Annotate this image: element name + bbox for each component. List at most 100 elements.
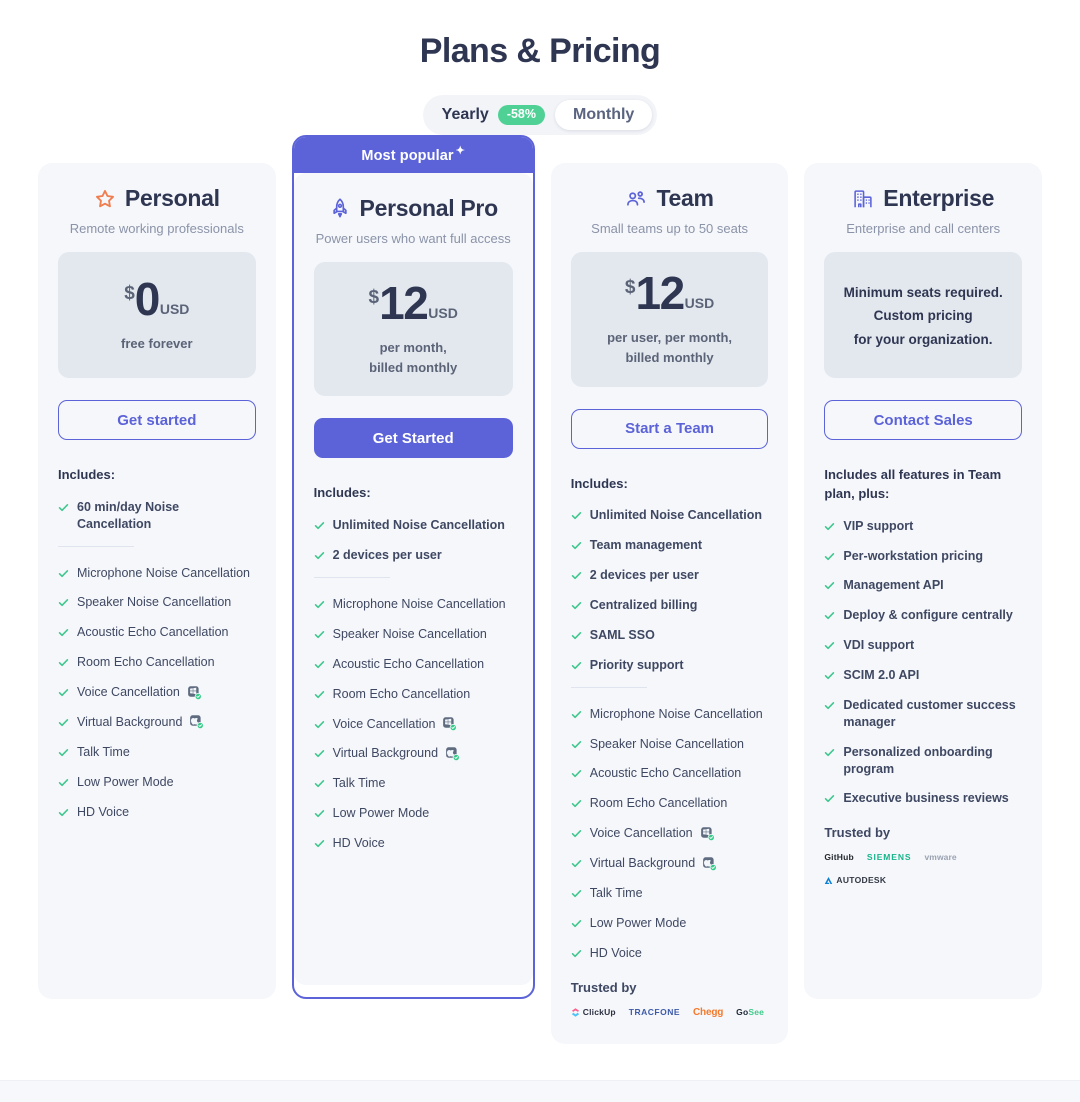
price-subtext: per user, per month, billed monthly [585, 328, 755, 368]
feature-text-wrap: Talk Time [590, 885, 643, 902]
cta-enterprise[interactable]: Contact Sales [824, 400, 1022, 440]
price-box: $ 12 USD per month, billed monthly [313, 261, 513, 397]
logo-text: ClickUp [582, 1007, 616, 1018]
feature-label: Talk Time [77, 744, 130, 759]
logo-text: vmware [924, 852, 957, 863]
includes-label: Includes: [58, 467, 116, 482]
feature-label: Executive business reviews [843, 791, 1009, 806]
feature-label: Acoustic Echo Cancellation [589, 766, 742, 781]
trusted-by-label: Trusted by [570, 979, 637, 995]
discount-badge: -58% [497, 105, 545, 125]
feature-label: Room Echo Cancellation [332, 686, 471, 701]
feature-item: Microphone Noise Cancellation [571, 706, 769, 723]
feature-label: Talk Time [332, 776, 386, 791]
logo-vmware: vmware [924, 852, 956, 862]
feature-text-wrap: Low Power Mode [333, 805, 430, 822]
plan-tagline: Remote working professionals [69, 221, 244, 236]
feature-label: Acoustic Echo Cancellation [77, 625, 229, 640]
billing-toggle-yearly[interactable]: Yearly -58% [428, 100, 555, 130]
cta-personal[interactable]: Get started [58, 400, 256, 440]
logo-text: GoSee [736, 1007, 765, 1018]
cta-personal-pro[interactable]: Get Started [313, 418, 513, 459]
feature-text-wrap: Priority support [590, 657, 684, 674]
feature-text-wrap: Room Echo Cancellation [333, 686, 471, 703]
billing-toggle[interactable]: Yearly -58% Monthly [422, 95, 658, 135]
plan-name: Personal Pro [359, 194, 499, 221]
plan-name: Team [656, 185, 714, 211]
feature-label: HD Voice [77, 804, 130, 819]
price-unit: USD [159, 301, 190, 318]
trusted-by-logos: ClickUp TRACFONE Chegg GoSee [571, 1007, 769, 1018]
cta-team[interactable]: Start a Team [570, 408, 769, 449]
feature-text-wrap: HD Voice [590, 945, 642, 962]
feature-text-wrap: Management API [843, 577, 943, 594]
feature-label: 2 devices per user [332, 548, 442, 563]
primary-feature-list: Unlimited Noise Cancellation Team manage… [571, 507, 769, 673]
feature-label: Priority support [589, 657, 684, 672]
price-subtext-line: per user, per month, [607, 330, 733, 346]
feature-label: 60 min/day Noise Cancellation [77, 499, 180, 531]
logo-siemens: SIEMENS [867, 852, 912, 862]
feature-text-wrap: Speaker Noise Cancellation [333, 626, 487, 643]
feature-label: Voice Cancellation [332, 716, 436, 731]
most-popular-label: Most popular [361, 147, 454, 164]
featured-card-body: Personal Pro Power users who want full a… [293, 172, 533, 985]
price-subtext-line: billed monthly [369, 360, 458, 376]
feature-label: VDI support [843, 638, 915, 653]
feature-text-wrap: Speaker Noise Cancellation [77, 594, 231, 611]
feature-text-wrap: Talk Time [333, 775, 386, 792]
logo-clickup: ClickUp [571, 1007, 616, 1017]
feature-item: Microphone Noise Cancellation [314, 596, 513, 613]
feature-text-wrap: Acoustic Echo Cancellation [77, 624, 228, 641]
pricing-page: Plans & Pricing Yearly -58% Monthly Pers… [0, 0, 1080, 1102]
plan-tagline: Power users who want full access [315, 230, 511, 246]
feature-text-wrap: Per-workstation pricing [843, 548, 983, 565]
price-line: $ 0 USD [72, 276, 242, 322]
feature-label: Microphone Noise Cancellation [77, 565, 251, 580]
price-box: Minimum seats required. Custom pricing for… [824, 252, 1022, 378]
feature-text-wrap: Low Power Mode [590, 915, 687, 932]
price-box: $ 0 USD free forever [58, 252, 256, 378]
plan-name-row: Team [571, 185, 769, 212]
feature-text-wrap: Room Echo Cancellation [77, 654, 215, 671]
price-custom-line: for your organization. [853, 331, 993, 347]
feature-item: 60 min/day Noise Cancellation [58, 499, 256, 533]
price-currency: $ [124, 282, 135, 304]
page-title: Plans & Pricing [419, 32, 661, 70]
price-line: $ 12 USD [328, 280, 499, 326]
feature-item: VDI support [824, 637, 1022, 654]
team-icon [625, 188, 647, 210]
feature-label: Personalized onboarding program [843, 744, 993, 776]
feature-text-wrap: Voice Cancellation [333, 716, 458, 733]
feature-label: Microphone Noise Cancellation [589, 706, 763, 721]
feature-label: Voice Cancellation [77, 685, 180, 700]
feature-item: Low Power Mode [314, 805, 513, 822]
feature-item: Room Echo Cancellation [314, 686, 513, 703]
feature-text-wrap: SAML SSO [590, 627, 655, 644]
feature-divider [570, 686, 647, 688]
feature-label: Centralized billing [589, 598, 698, 613]
price-box: $ 12 USD per user, per month, billed mont… [570, 252, 769, 387]
feature-item: Deploy & configure centrally [824, 607, 1022, 624]
includes-label: Includes: [313, 485, 371, 501]
feature-item: Personalized onboarding program [824, 744, 1022, 778]
feature-label: Virtual Background [77, 714, 183, 729]
star-icon [94, 188, 116, 210]
feature-item: VIP support [824, 518, 1022, 535]
sparkle-icon: ✦ [455, 145, 465, 157]
secondary-feature-list: Microphone Noise Cancellation Speaker No… [314, 596, 513, 852]
feature-divider [313, 577, 390, 579]
pricing-card-team: Team Small teams up to 50 seats $ 12 USD… [550, 163, 789, 1044]
billing-toggle-monthly[interactable]: Monthly [555, 100, 653, 130]
logo-text: GitHub [824, 852, 854, 863]
feature-label: Talk Time [589, 885, 643, 900]
plan-name-row: Personal Pro [314, 195, 513, 222]
price-currency: $ [624, 277, 636, 298]
apple-platform-badge [190, 715, 205, 730]
feature-label: Low Power Mode [332, 806, 430, 821]
feature-text-wrap: Virtual Background [77, 714, 205, 731]
plan-tagline: Enterprise and call centers [846, 221, 1001, 236]
feature-text-wrap: Acoustic Echo Cancellation [333, 656, 484, 673]
feature-label: Management API [843, 578, 944, 593]
feature-item: Unlimited Noise Cancellation [314, 517, 513, 534]
